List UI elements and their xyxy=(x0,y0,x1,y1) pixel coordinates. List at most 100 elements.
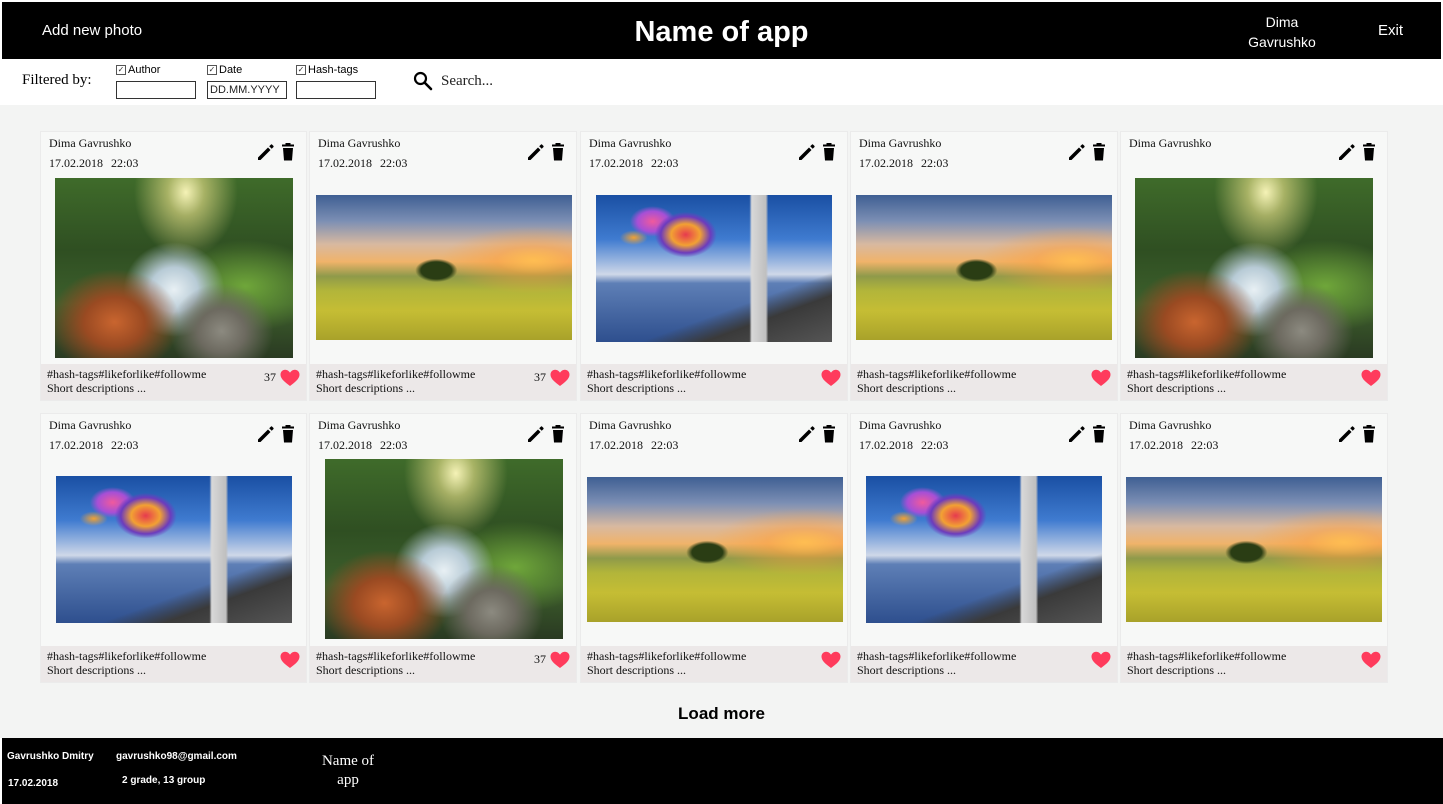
photo-card: Dima Gavrushko 17.02.2018 22:03 #hash-tags#… xyxy=(40,413,307,683)
photo-card: Dima Gavrushko 17.02.2018 22:03 #hash-tags#… xyxy=(580,131,848,401)
card-hashtags[interactable]: #hash-tags#likeforlike#followme xyxy=(587,649,746,664)
card-hashtags[interactable]: #hash-tags#likeforlike#followme xyxy=(1127,367,1286,382)
card-author[interactable]: Dima Gavrushko xyxy=(318,418,400,433)
card-description: Short descriptions ... xyxy=(587,663,686,677)
card-author[interactable]: Dima Gavrushko xyxy=(1129,418,1211,433)
photo-image[interactable] xyxy=(316,195,572,340)
user-name[interactable]: Dima Gavrushko xyxy=(1232,12,1332,52)
photo-image[interactable] xyxy=(56,476,292,623)
heart-icon[interactable] xyxy=(821,651,841,674)
card-date: 17.02.2018 xyxy=(49,438,103,452)
card-description: Short descriptions ... xyxy=(47,663,146,677)
trash-icon[interactable] xyxy=(278,142,298,162)
heart-icon[interactable] xyxy=(821,369,841,392)
author-input[interactable] xyxy=(116,81,196,99)
card-author[interactable]: Dima Gavrushko xyxy=(589,136,671,151)
photo-image[interactable] xyxy=(55,178,293,358)
heart-icon[interactable] xyxy=(550,369,570,392)
card-hashtags[interactable]: #hash-tags#likeforlike#followme xyxy=(316,649,475,664)
card-author[interactable]: Dima Gavrushko xyxy=(859,136,941,151)
card-author[interactable]: Dima Gavrushko xyxy=(859,418,941,433)
footer-email[interactable]: gavrushko98@gmail.com xyxy=(116,751,237,762)
heart-icon[interactable] xyxy=(1361,369,1381,392)
trash-icon[interactable] xyxy=(1359,424,1379,444)
card-author[interactable]: Dima Gavrushko xyxy=(1129,136,1211,151)
card-hashtags[interactable]: #hash-tags#likeforlike#followme xyxy=(587,367,746,382)
photo-image[interactable] xyxy=(1135,178,1373,358)
author-checkbox[interactable]: ✓ xyxy=(116,65,126,75)
card-hashtags[interactable]: #hash-tags#likeforlike#followme xyxy=(316,367,475,382)
card-time: 22:03 xyxy=(380,438,408,452)
date-checkbox[interactable]: ✓ xyxy=(207,65,217,75)
photo-image[interactable] xyxy=(1126,477,1382,622)
photo-card: Dima Gavrushko 17.02.2018 22:03 #hash-tags#… xyxy=(309,413,577,683)
card-actions xyxy=(256,142,298,162)
heart-icon[interactable] xyxy=(1091,369,1111,392)
card-time: 22:03 xyxy=(651,156,679,170)
pencil-icon[interactable] xyxy=(1067,142,1087,162)
heart-icon[interactable] xyxy=(1361,651,1381,674)
trash-icon[interactable] xyxy=(548,142,568,162)
search-input[interactable]: Search... xyxy=(441,73,493,90)
load-more-button[interactable]: Load more xyxy=(678,704,765,723)
card-hashtags[interactable]: #hash-tags#likeforlike#followme xyxy=(47,649,206,664)
trash-icon[interactable] xyxy=(819,424,839,444)
card-actions xyxy=(1337,424,1379,444)
search-box[interactable]: Search... xyxy=(413,71,493,91)
card-footer: #hash-tags#likeforlike#followme Short des… xyxy=(41,364,306,400)
card-actions xyxy=(526,424,568,444)
card-description: Short descriptions ... xyxy=(587,381,686,395)
trash-icon[interactable] xyxy=(819,142,839,162)
card-hashtags[interactable]: #hash-tags#likeforlike#followme xyxy=(47,367,206,382)
card-hashtags[interactable]: #hash-tags#likeforlike#followme xyxy=(1127,649,1286,664)
hashtags-filter-label: Hash-tags xyxy=(308,64,359,76)
card-actions xyxy=(1337,142,1379,162)
pencil-icon[interactable] xyxy=(526,142,546,162)
pencil-icon[interactable] xyxy=(797,142,817,162)
photo-image[interactable] xyxy=(596,195,832,342)
search-icon[interactable] xyxy=(413,71,433,91)
pencil-icon[interactable] xyxy=(256,142,276,162)
photo-card: Dima Gavrushko 17.02.2018 22:03 #hash-tags#… xyxy=(1120,413,1388,683)
pencil-icon[interactable] xyxy=(256,424,276,444)
author-filter: ✓ Author xyxy=(116,63,196,99)
heart-icon[interactable] xyxy=(1091,651,1111,674)
pencil-icon[interactable] xyxy=(1337,142,1357,162)
trash-icon[interactable] xyxy=(1089,424,1109,444)
pencil-icon[interactable] xyxy=(1067,424,1087,444)
heart-icon[interactable] xyxy=(280,651,300,674)
card-footer: #hash-tags#likeforlike#followme Short des… xyxy=(851,646,1117,682)
heart-icon[interactable] xyxy=(550,651,570,674)
trash-icon[interactable] xyxy=(1359,142,1379,162)
hashtags-input[interactable] xyxy=(296,81,376,99)
hashtags-checkbox[interactable]: ✓ xyxy=(296,65,306,75)
card-time: 22:03 xyxy=(921,438,949,452)
trash-icon[interactable] xyxy=(548,424,568,444)
card-author[interactable]: Dima Gavrushko xyxy=(318,136,400,151)
trash-icon[interactable] xyxy=(278,424,298,444)
heart-icon[interactable] xyxy=(280,369,300,392)
card-author[interactable]: Dima Gavrushko xyxy=(589,418,671,433)
photo-image[interactable] xyxy=(856,195,1112,340)
pencil-icon[interactable] xyxy=(797,424,817,444)
card-timestamp: 17.02.2018 22:03 xyxy=(318,156,415,171)
trash-icon[interactable] xyxy=(1089,142,1109,162)
add-photo-link[interactable]: Add new photo xyxy=(42,22,142,39)
card-hashtags[interactable]: #hash-tags#likeforlike#followme xyxy=(857,367,1016,382)
card-hashtags[interactable]: #hash-tags#likeforlike#followme xyxy=(857,649,1016,664)
card-time: 22:03 xyxy=(111,438,139,452)
card-date: 17.02.2018 xyxy=(318,156,372,170)
date-input[interactable]: DD.MM.YYYY xyxy=(207,81,287,99)
photo-image[interactable] xyxy=(325,459,563,639)
card-timestamp: 17.02.2018 22:03 xyxy=(49,156,146,171)
photo-image[interactable] xyxy=(587,477,843,622)
exit-link[interactable]: Exit xyxy=(1378,22,1403,39)
pencil-icon[interactable] xyxy=(1337,424,1357,444)
pencil-icon[interactable] xyxy=(526,424,546,444)
app-title: Name of app xyxy=(634,16,809,48)
card-description: Short descriptions ... xyxy=(316,381,415,395)
card-footer: #hash-tags#likeforlike#followme Short des… xyxy=(41,646,306,682)
card-author[interactable]: Dima Gavrushko xyxy=(49,418,131,433)
card-author[interactable]: Dima Gavrushko xyxy=(49,136,131,151)
photo-image[interactable] xyxy=(866,476,1102,623)
